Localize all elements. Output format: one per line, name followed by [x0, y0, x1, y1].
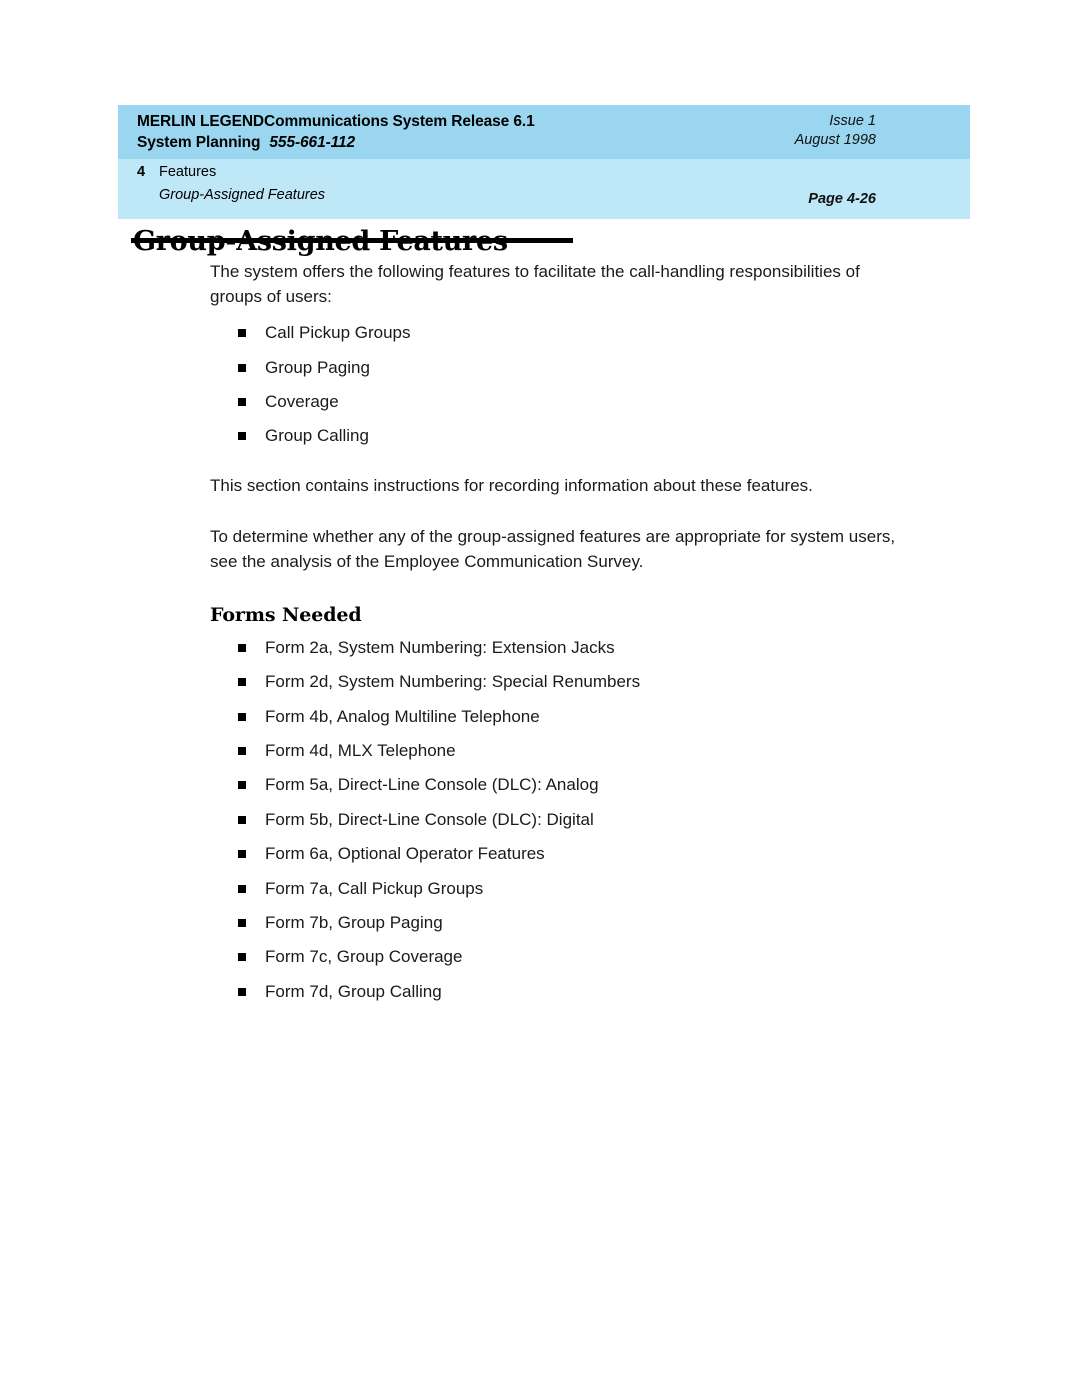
- square-bullet-icon: [238, 953, 246, 962]
- header-document-number: 555-661-112: [269, 133, 356, 151]
- list-item: Form 7b, Group Paging: [210, 913, 910, 933]
- list-item-label: Form 5a, Direct-Line Console (DLC): Anal…: [265, 775, 599, 795]
- section-paragraph-2: This section contains instructions for r…: [210, 475, 813, 495]
- header-issue: Issue 1: [829, 113, 876, 129]
- square-bullet-icon: [238, 850, 246, 859]
- list-item: Form 7c, Group Coverage: [210, 947, 910, 967]
- list-item-label: Form 7d, Group Calling: [265, 981, 442, 1001]
- list-item-label: Form 7b, Group Paging: [265, 912, 443, 932]
- list-item: Form 2a, System Numbering: Extension Jac…: [210, 638, 910, 658]
- list-item: Form 5a, Direct-Line Console (DLC): Anal…: [210, 775, 910, 795]
- header-page-block: Page 4-26: [808, 163, 952, 209]
- square-bullet-icon: [238, 329, 246, 338]
- square-bullet-icon: [238, 781, 246, 790]
- list-item-label: Coverage: [265, 392, 339, 412]
- list-item-label: Form 2a, System Numbering: Extension Jac…: [265, 637, 615, 657]
- list-item: Form 7a, Call Pickup Groups: [210, 879, 910, 899]
- list-item: Form 7d, Group Calling: [210, 982, 910, 1002]
- list-item-label: Form 4d, MLX Telephone: [265, 740, 456, 760]
- header-issue-block: Issue 1 August 1998: [795, 112, 952, 151]
- page-content: The system offers the following features…: [210, 260, 910, 1016]
- list-item-label: Form 5b, Direct-Line Console (DLC): Digi…: [265, 809, 594, 829]
- square-bullet-icon: [238, 987, 246, 996]
- square-bullet-icon: [238, 815, 246, 824]
- list-item-label: Form 7a, Call Pickup Groups: [265, 878, 484, 898]
- list-item: Group Paging: [210, 358, 910, 378]
- forms-needed-heading: Forms Needed: [210, 603, 362, 626]
- feature-list: Call Pickup Groups Group Paging Coverage…: [210, 323, 910, 447]
- list-item: Form 6a, Optional Operator Features: [210, 844, 910, 864]
- list-item-label: Group Paging: [265, 357, 370, 377]
- header-chapter-block: 4 Features Group-Assigned Features: [137, 163, 325, 205]
- square-bullet-icon: [238, 363, 246, 372]
- intro-paragraph: The system offers the following features…: [210, 262, 860, 306]
- list-item: Form 2d, System Numbering: Special Renum…: [210, 672, 910, 692]
- header-product-block: MERLIN LEGENDCommunications System Relea…: [137, 112, 535, 153]
- header-manual-title: System Planning: [137, 133, 261, 151]
- header-chapter-row: 4 Features: [137, 163, 325, 182]
- list-item: Form 4d, MLX Telephone: [210, 741, 910, 761]
- header-band-product: MERLIN LEGENDCommunications System Relea…: [118, 105, 970, 160]
- list-item-label: Form 7c, Group Coverage: [265, 947, 463, 967]
- list-item-label: Call Pickup Groups: [265, 323, 411, 343]
- section-paragraph-3: To determine whether any of the group-as…: [210, 527, 896, 572]
- list-item-label: Form 2d, System Numbering: Special Renum…: [265, 672, 641, 692]
- header-product-line: MERLIN LEGENDCommunications System Relea…: [137, 113, 535, 130]
- square-bullet-icon: [238, 643, 246, 652]
- forms-list: Form 2a, System Numbering: Extension Jac…: [210, 638, 910, 1002]
- square-bullet-icon: [238, 398, 246, 407]
- header-chapter-number: 4: [137, 164, 146, 181]
- list-item: Group Calling: [210, 426, 910, 446]
- list-item: Form 5b, Direct-Line Console (DLC): Digi…: [210, 810, 910, 830]
- square-bullet-icon: [238, 884, 246, 893]
- header-manual-line: System Planning 555-661-112: [137, 133, 535, 154]
- title-underline-rule: [131, 238, 573, 243]
- list-item: Call Pickup Groups: [210, 323, 910, 343]
- square-bullet-icon: [238, 678, 246, 687]
- header-page-number: Page 4-26: [808, 191, 876, 208]
- document-page: MERLIN LEGENDCommunications System Relea…: [0, 0, 1080, 1397]
- header-section-name: Group-Assigned Features: [159, 186, 326, 203]
- list-item: Form 4b, Analog Multiline Telephone: [210, 707, 910, 727]
- page-header: MERLIN LEGENDCommunications System Relea…: [118, 105, 970, 219]
- square-bullet-icon: [238, 918, 246, 927]
- list-item-label: Form 4b, Analog Multiline Telephone: [265, 706, 540, 726]
- header-chapter-name: Features: [159, 164, 217, 181]
- square-bullet-icon: [238, 432, 246, 441]
- square-bullet-icon: [238, 712, 246, 721]
- header-band-chapter: 4 Features Group-Assigned Features Page …: [118, 159, 970, 219]
- list-item: Coverage: [210, 392, 910, 412]
- square-bullet-icon: [238, 746, 246, 755]
- list-item-label: Group Calling: [265, 426, 369, 446]
- header-date: August 1998: [794, 132, 876, 149]
- list-item-label: Form 6a, Optional Operator Features: [265, 844, 545, 864]
